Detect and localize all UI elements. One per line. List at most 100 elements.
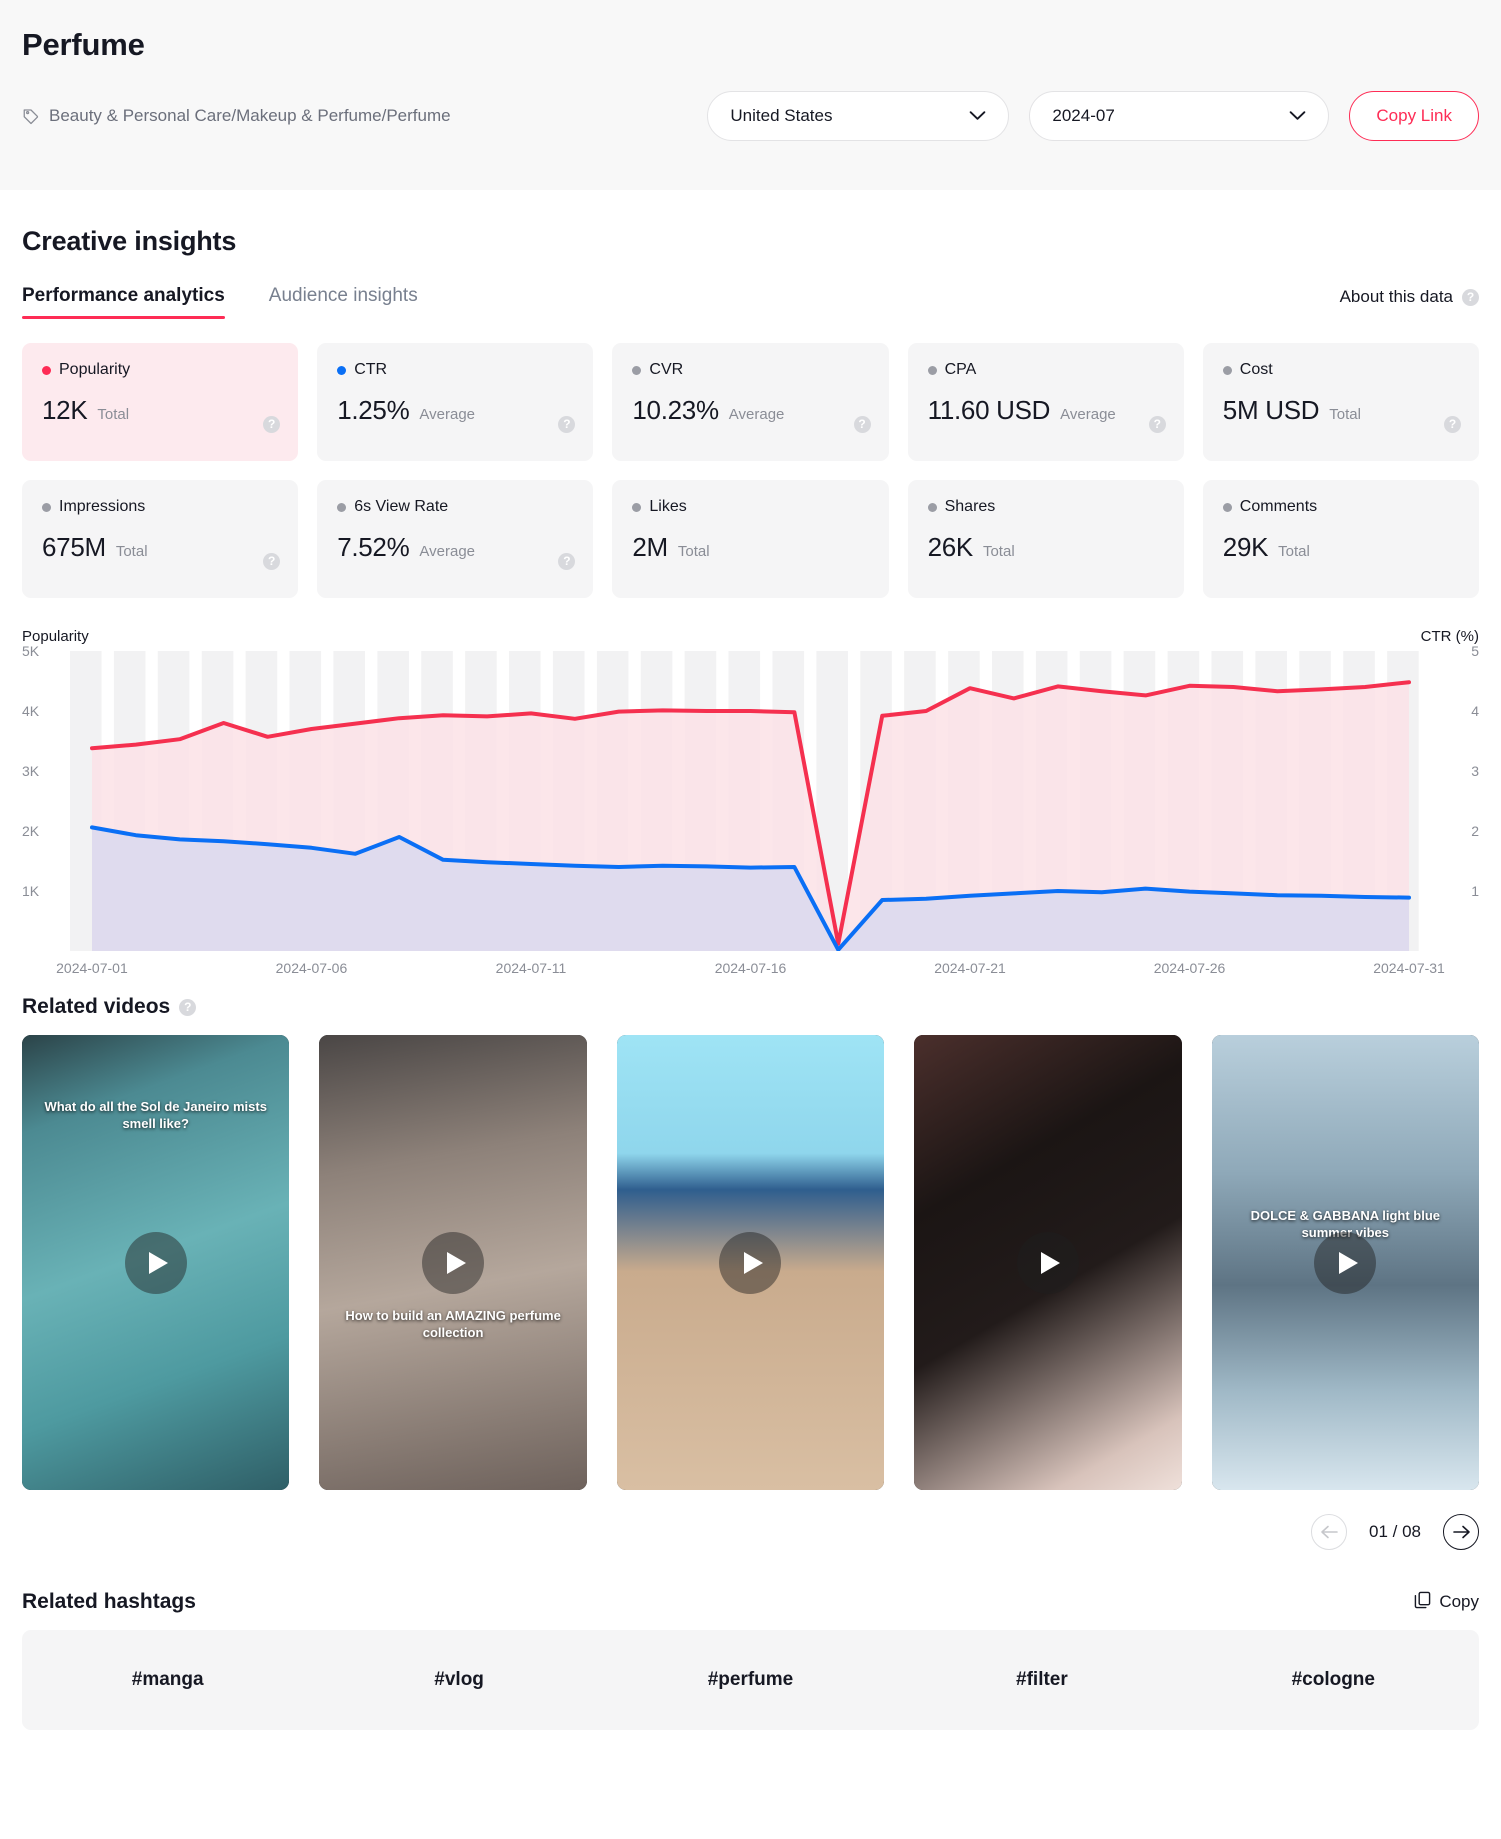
metric-card-comments[interactable]: Comments 29K Total [1202, 480, 1479, 598]
metric-card-label-row: Shares [927, 498, 1164, 516]
metric-card-likes[interactable]: Likes 2M Total [612, 480, 889, 598]
metric-value: 11.60 USD [927, 395, 1051, 425]
chart-axis-titles: Popularity CTR (%) [22, 628, 1479, 645]
metric-unit: Average [728, 406, 785, 423]
metric-value: 5M USD [1222, 395, 1320, 425]
metric-card-label-row: Comments [1222, 498, 1459, 516]
related-video-card[interactable] [616, 1035, 885, 1490]
x-axis-tick: 2024-07-11 [495, 960, 567, 976]
period-select[interactable]: 2024-07 [1029, 91, 1330, 141]
metric-label: Comments [1239, 498, 1318, 515]
related-hashtags-title: Related hashtags [22, 1590, 196, 1613]
hashtag-item[interactable]: #manga [22, 1669, 313, 1691]
hashtag-item[interactable]: #vlog [313, 1669, 604, 1691]
play-icon[interactable] [422, 1231, 485, 1294]
metric-unit: Total [115, 543, 148, 560]
metric-label: Impressions [59, 498, 146, 515]
metric-card-label-row: CTR [337, 361, 573, 379]
metric-card-cpa[interactable]: CPA 11.60 USD Average? [907, 343, 1184, 461]
metric-unit: Total [1329, 406, 1361, 423]
metric-value: 29K [1222, 532, 1269, 562]
metric-value: 10.23% [632, 395, 719, 425]
metric-value-row: 7.52% Average [337, 532, 573, 563]
metric-color-dot-icon [632, 502, 642, 512]
metric-value-row: 10.23% Average [632, 395, 868, 426]
metric-card-impressions[interactable]: Impressions 675M Total? [22, 480, 299, 598]
x-axis-tick: 2024-07-31 [1373, 960, 1445, 976]
x-axis-tick: 2024-07-06 [275, 960, 348, 976]
y-axis-right-tick: 1 [1471, 883, 1479, 899]
header-controls-row: Beauty & Personal Care/Makeup & Perfume/… [22, 91, 1479, 141]
tag-icon [22, 107, 40, 125]
x-axis-tick: 2024-07-16 [714, 960, 787, 976]
question-mark-icon[interactable]: ? [853, 416, 871, 433]
y-axis-left-tick: 4K [22, 703, 40, 719]
metric-card-shares[interactable]: Shares 26K Total [907, 480, 1184, 598]
y-axis-left-tick: 1K [22, 883, 40, 899]
tab-audience-insights[interactable]: Audience insights [269, 285, 418, 319]
metric-color-dot-icon [337, 502, 347, 512]
related-video-card[interactable]: What do all the Sol de Janeiro mists sme… [22, 1035, 290, 1490]
video-caption: How to build an AMAZING perfume collecti… [345, 1308, 561, 1340]
metric-card-label-row: Popularity [42, 361, 278, 379]
question-mark-icon[interactable]: ? [1148, 416, 1166, 433]
related-video-card[interactable] [914, 1035, 1182, 1490]
metric-label: Likes [649, 498, 687, 515]
metric-label: CPA [944, 361, 977, 378]
videos-pager: 01 / 08 [22, 1514, 1479, 1550]
metric-color-dot-icon [42, 502, 51, 512]
metric-value: 7.52% [337, 532, 410, 562]
metric-value-row: 2M Total [632, 532, 868, 563]
play-icon[interactable] [1314, 1231, 1377, 1294]
pager-prev-button[interactable] [1311, 1514, 1347, 1550]
copy-hashtags-button[interactable]: Copy [1414, 1591, 1479, 1614]
metric-card-popularity[interactable]: Popularity 12K Total? [22, 343, 299, 461]
question-mark-icon[interactable]: ? [558, 416, 576, 433]
chart-canvas[interactable] [70, 651, 1431, 951]
related-video-card[interactable]: DOLCE & GABBANA light blue summer vibes [1211, 1035, 1479, 1490]
chevron-down-icon [969, 106, 986, 126]
pager-next-button[interactable] [1443, 1514, 1479, 1550]
hashtag-item[interactable]: #perfume [605, 1669, 896, 1691]
metric-card-cvr[interactable]: CVR 10.23% Average? [612, 343, 889, 461]
metric-color-dot-icon [927, 365, 937, 375]
play-icon[interactable] [1016, 1231, 1079, 1294]
related-video-card[interactable]: How to build an AMAZING perfume collecti… [319, 1035, 587, 1490]
tabs-row: Performance analytics Audience insights … [22, 285, 1479, 319]
main-content: Creative insights Performance analytics … [0, 226, 1501, 1754]
tab-performance-analytics[interactable]: Performance analytics [22, 285, 225, 319]
header-filters: United States 2024-07 Copy Link [707, 91, 1479, 141]
metric-card-6s-view-rate[interactable]: 6s View Rate 7.52% Average? [317, 480, 594, 598]
metric-label: 6s View Rate [354, 498, 449, 515]
question-mark-icon[interactable]: ? [1444, 416, 1461, 433]
metric-unit: Total [982, 543, 1015, 560]
metric-value-row: 675M Total [42, 532, 278, 563]
metric-card-cost[interactable]: Cost 5M USD Total? [1202, 343, 1479, 461]
chart-plot-area: 1K 2K 3K 4K 5K 1 2 3 4 5 [22, 643, 1479, 951]
x-axis-tick: 2024-07-21 [934, 960, 1006, 976]
metric-card-label-row: Cost [1222, 361, 1459, 379]
y-axis-right-tick: 4 [1471, 703, 1479, 719]
hashtag-item[interactable]: #cologne [1188, 1669, 1479, 1691]
question-mark-icon[interactable]: ? [558, 553, 576, 570]
y-axis-left-tick: 5K [22, 643, 40, 659]
question-mark-icon[interactable]: ? [263, 553, 281, 570]
question-mark-icon[interactable]: ? [179, 998, 197, 1016]
play-icon[interactable] [719, 1231, 782, 1294]
play-icon[interactable] [124, 1231, 187, 1294]
about-this-data-link[interactable]: About this data ? [1340, 287, 1479, 319]
country-select-value: United States [730, 106, 833, 125]
question-mark-icon[interactable]: ? [1462, 288, 1479, 306]
metric-card-ctr[interactable]: CTR 1.25% Average? [317, 343, 594, 461]
y-axis-right-tick: 5 [1471, 643, 1479, 659]
metric-value-row: 5M USD Total [1223, 395, 1459, 426]
copy-link-button[interactable]: Copy Link [1349, 91, 1479, 141]
question-mark-icon[interactable]: ? [263, 416, 281, 433]
metric-unit: Total [97, 406, 130, 423]
metric-card-label-row: 6s View Rate [337, 498, 573, 516]
metric-label: CTR [354, 361, 388, 378]
hashtag-item[interactable]: #filter [896, 1669, 1187, 1691]
country-select[interactable]: United States [707, 91, 1010, 141]
y-axis-right-tick: 2 [1471, 823, 1479, 839]
page-header: Perfume Beauty & Personal Care/Makeup & … [0, 0, 1501, 190]
